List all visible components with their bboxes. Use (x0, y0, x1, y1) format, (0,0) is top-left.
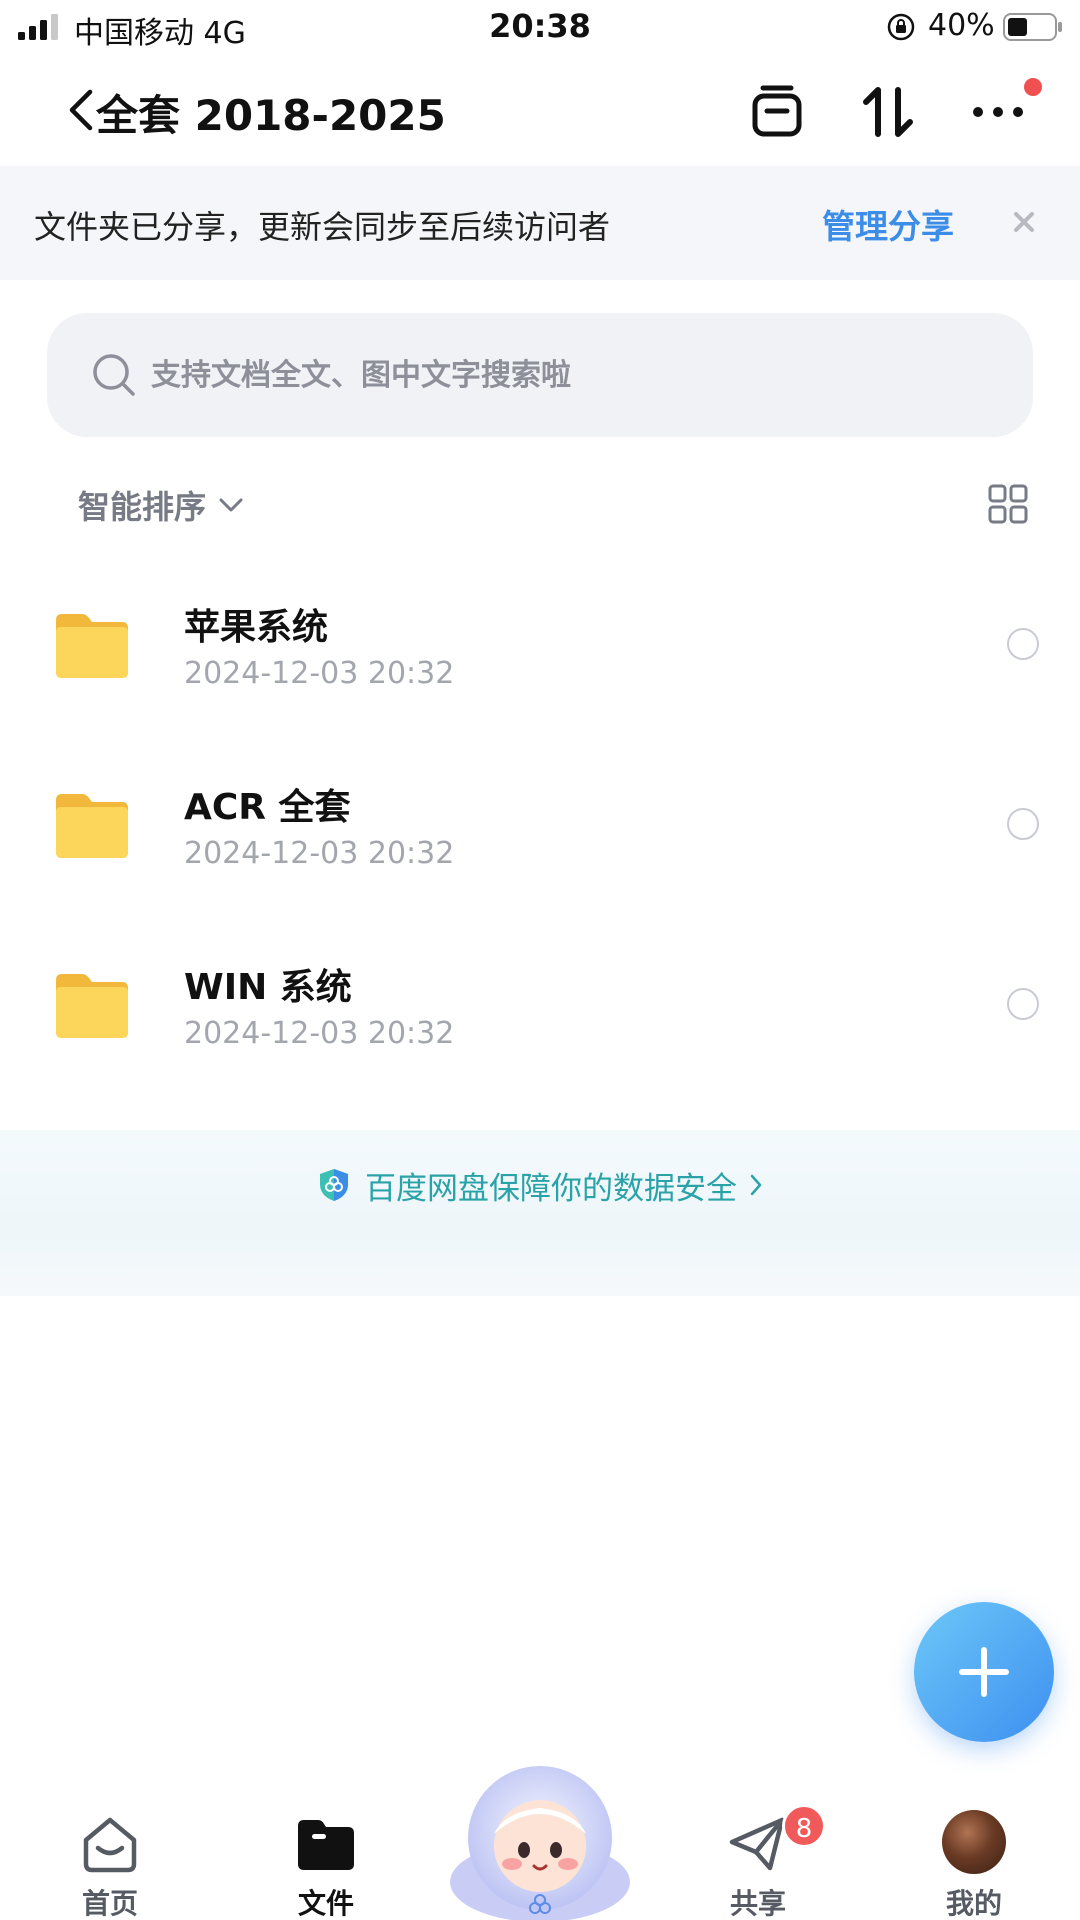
status-bar: 中国移动 4G 20:38 40% (0, 0, 1080, 54)
orientation-lock-icon (887, 13, 915, 41)
share-banner-text: 文件夹已分享，更新会同步至后续访问者 (34, 208, 611, 246)
tab-bar: 首页 文件 8 共享 我的 (0, 1766, 1080, 1920)
folder-icon (56, 614, 128, 678)
battery-icon (1003, 13, 1062, 41)
add-button[interactable] (914, 1602, 1054, 1742)
file-date: 2024-12-03 20:32 (184, 656, 455, 691)
list-item[interactable]: ACR 全套 2024-12-03 20:32 (0, 760, 1080, 940)
sort-label: 智能排序 (78, 488, 207, 526)
manage-share-link[interactable]: 管理分享 (822, 200, 954, 248)
file-date: 2024-12-03 20:32 (184, 1016, 455, 1051)
tab-mine[interactable]: 我的 (894, 1770, 1054, 1920)
share-badge: 8 (782, 1804, 826, 1848)
security-banner: 百度网盘保障你的数据安全 (0, 1130, 1080, 1296)
select-radio[interactable] (1007, 628, 1039, 660)
back-icon[interactable] (66, 88, 96, 132)
transfer-icon (863, 87, 913, 137)
folder-icon (298, 1820, 354, 1870)
search-bar[interactable] (47, 313, 1033, 437)
list-item[interactable]: WIN 系统 2024-12-03 20:32 (0, 940, 1080, 1120)
tab-label: 文件 (297, 1887, 354, 1920)
close-icon[interactable] (1008, 206, 1040, 238)
transfer-button[interactable] (856, 80, 920, 144)
select-radio[interactable] (1007, 808, 1039, 840)
folder-icon (56, 794, 128, 858)
shield-icon (320, 1169, 348, 1201)
search-input[interactable] (151, 313, 951, 437)
nav-bar: 全套 2018-2025 (0, 60, 1080, 164)
avatar (942, 1810, 1006, 1874)
file-date: 2024-12-03 20:32 (184, 836, 455, 871)
list-item[interactable]: 苹果系统 2024-12-03 20:32 (0, 580, 1080, 760)
chevron-down-icon (219, 498, 243, 512)
file-name: 苹果系统 (184, 607, 329, 648)
file-name: ACR 全套 (184, 787, 351, 828)
tab-label: 共享 (729, 1887, 786, 1920)
grid-view-icon[interactable] (988, 484, 1028, 524)
folder-icon (56, 974, 128, 1038)
more-icon (973, 107, 1023, 117)
tab-share[interactable]: 8 共享 (678, 1770, 838, 1920)
clipboard-button[interactable] (745, 80, 809, 144)
tab-label: 我的 (945, 1887, 1002, 1920)
select-radio[interactable] (1007, 988, 1039, 1020)
page-title: 全套 2018-2025 (96, 91, 446, 140)
chevron-right-icon (750, 1174, 762, 1196)
sort-selector[interactable]: 智能排序 (78, 482, 244, 528)
share-banner: 文件夹已分享，更新会同步至后续访问者 管理分享 (0, 166, 1080, 280)
notification-dot (1024, 78, 1042, 96)
tab-label: 首页 (81, 1887, 138, 1920)
file-name: WIN 系统 (184, 967, 352, 1008)
search-icon (93, 354, 135, 396)
home-icon (83, 1817, 137, 1873)
mascot-icon[interactable] (446, 1754, 634, 1920)
file-list: 苹果系统 2024-12-03 20:32 ACR 全套 2024-12-03 … (0, 580, 1080, 1120)
plus-icon (959, 1647, 1009, 1697)
security-link[interactable]: 百度网盘保障你的数据安全 (0, 1130, 1080, 1240)
clipboard-icon (752, 85, 802, 137)
more-button[interactable] (966, 80, 1030, 144)
security-text: 百度网盘保障你的数据安全 (365, 1170, 737, 1207)
battery-percent: 40% (928, 8, 995, 43)
tab-files[interactable]: 文件 (246, 1770, 406, 1920)
tab-home[interactable]: 首页 (30, 1770, 190, 1920)
paper-plane-icon (729, 1817, 785, 1871)
status-time: 20:38 (489, 7, 591, 45)
